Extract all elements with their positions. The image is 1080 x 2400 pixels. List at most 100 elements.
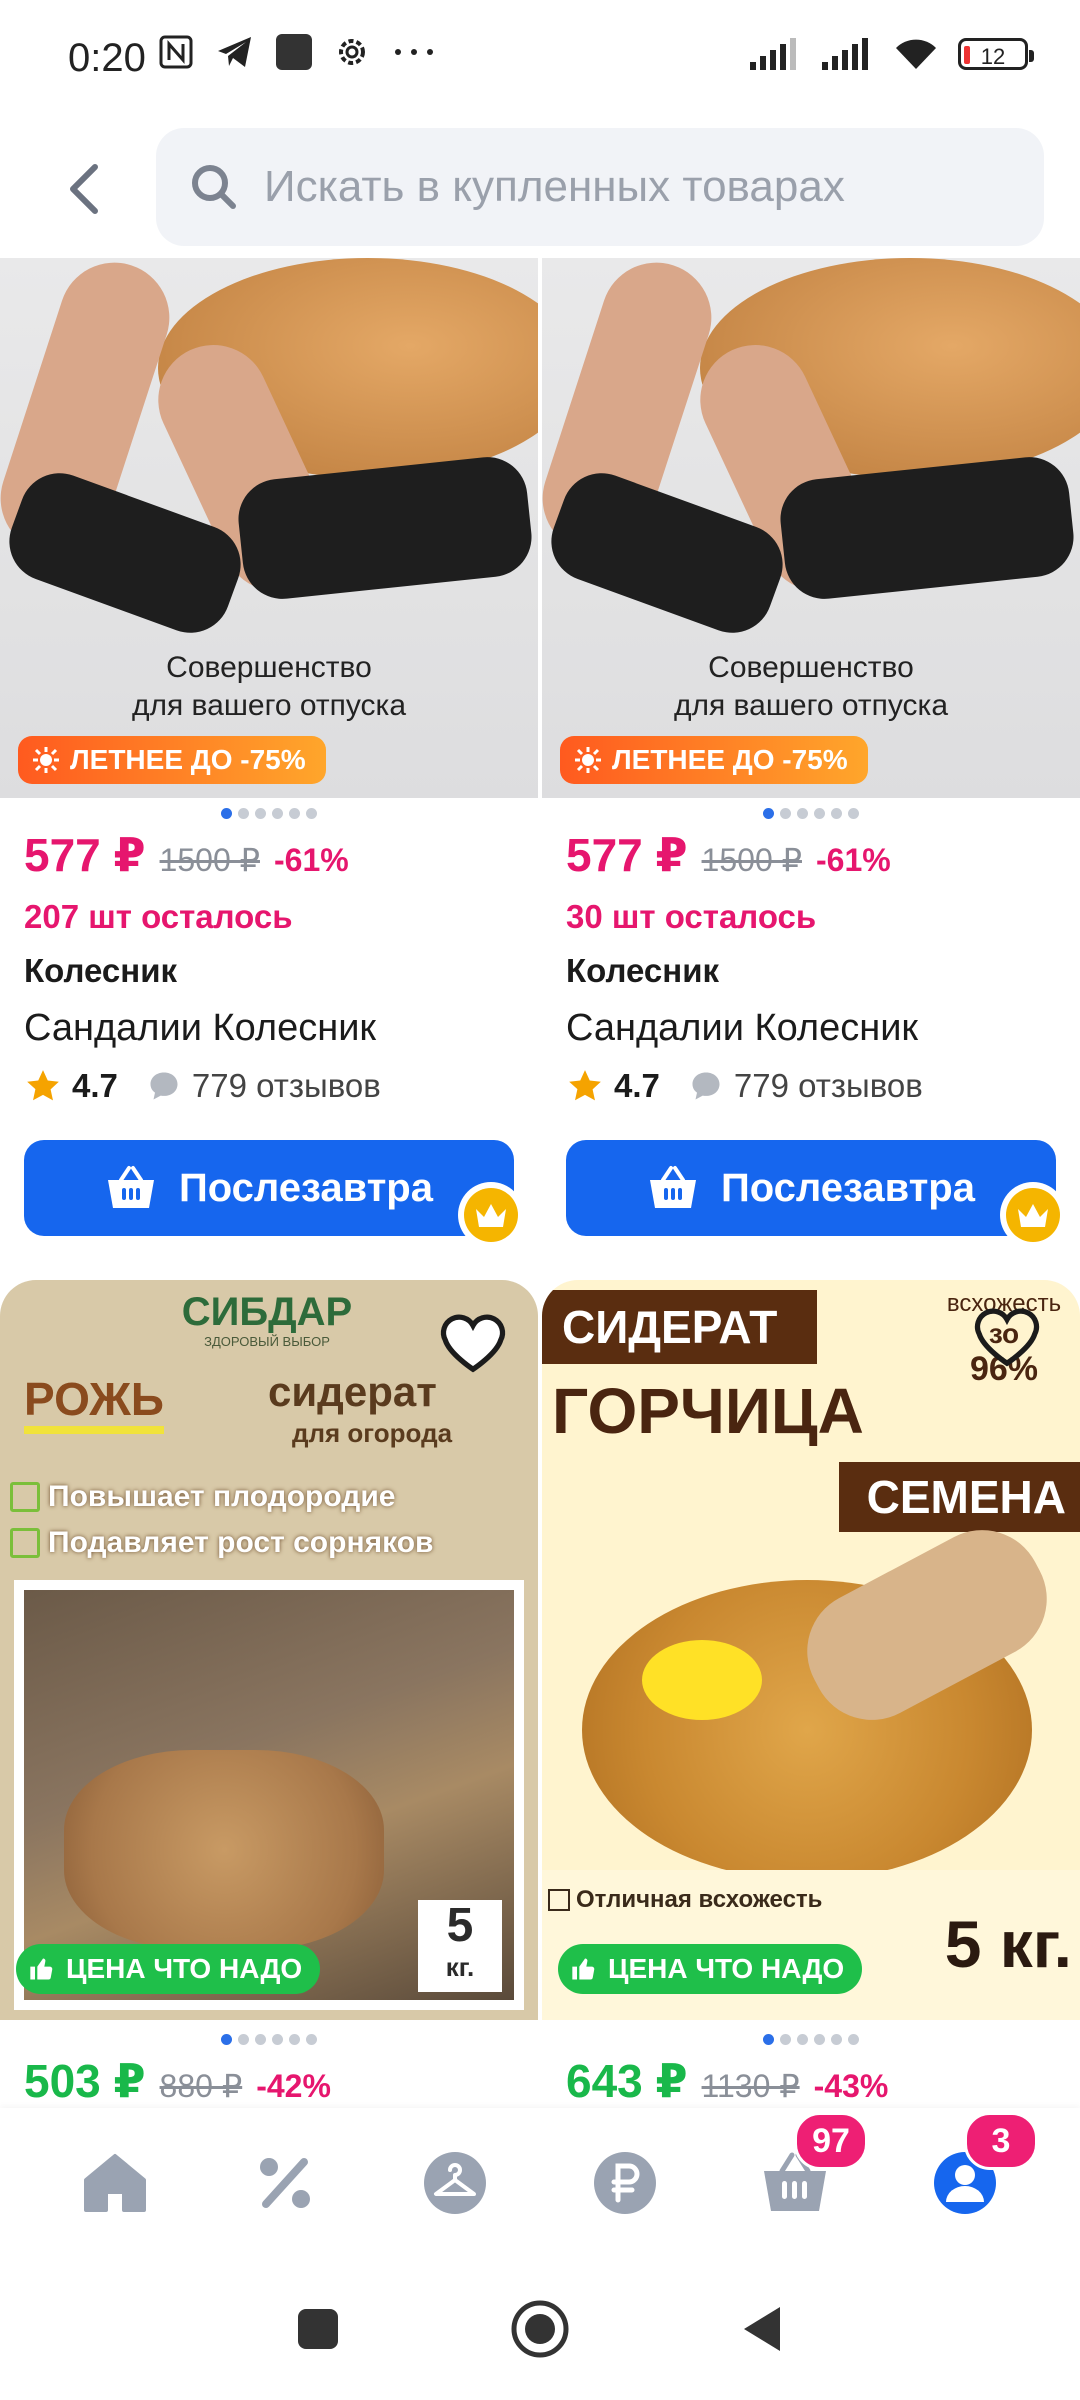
back-button[interactable] <box>48 154 118 224</box>
rating-value: 4.7 <box>72 1067 118 1104</box>
old-price: 880 ₽ <box>159 2068 243 2104</box>
image-label-seeds: СЕМЕНА <box>838 1462 1080 1532</box>
pager-dot <box>306 2033 317 2045</box>
nav-catalog[interactable] <box>410 2138 500 2228</box>
pager-dot <box>797 807 808 819</box>
favorite-button[interactable] <box>438 1308 508 1378</box>
promo-line-1: Совершенство <box>708 651 914 684</box>
ruble-icon <box>594 2152 656 2214</box>
status-notification-icons <box>158 34 436 70</box>
profile-notification-badge: 3 <box>964 2112 1038 2170</box>
product-card[interactable]: СИБДАР ЗДОРОВЫЙ ВЫБОР РОЖЬ сидерат для о… <box>0 1280 538 2108</box>
pager-dot <box>238 807 249 819</box>
pager-dot <box>272 2033 283 2045</box>
pager-dot <box>306 807 317 819</box>
weight-label: 5 кг. <box>418 1900 502 1992</box>
percent-icon <box>260 2158 310 2208</box>
crown-icon <box>1018 1204 1048 1227</box>
promo-badge-label: ЛЕТНЕЕ ДО -75% <box>612 744 848 775</box>
search-input[interactable]: Искать в купленных товарах <box>156 128 1044 246</box>
price-row: 577 ₽ 1500 ₽ -61% <box>542 828 1080 890</box>
nav-cart[interactable]: 97 <box>750 2112 868 2228</box>
home-icon <box>84 2154 146 2212</box>
old-price: 1500 ₽ <box>159 842 260 878</box>
pager-dot <box>797 2033 808 2045</box>
pager-dot <box>221 807 232 819</box>
rating-value: 4.7 <box>614 1067 660 1104</box>
nav-finance[interactable] <box>580 2138 670 2228</box>
nav-home[interactable] <box>70 2138 160 2228</box>
pager-dot <box>814 807 825 819</box>
nav-discounts[interactable] <box>240 2138 330 2228</box>
price: 503 ₽ <box>24 2055 146 2107</box>
price-row: 503 ₽ 880 ₽ -42% <box>0 2054 538 2108</box>
app-square-icon <box>276 34 312 70</box>
price-row: 577 ₽ 1500 ₽ -61% <box>0 828 538 890</box>
recents-button-icon[interactable] <box>296 2307 340 2351</box>
more-dots-icon <box>395 49 433 55</box>
signal-2-icon <box>822 38 868 70</box>
pager-dot <box>831 807 842 819</box>
brand-logo: СИБДАР ЗДОРОВЫЙ ВЫБОР <box>181 1290 353 1349</box>
basket-icon <box>108 1166 155 1208</box>
image-bullet-1: Отличная всхожесть <box>576 1886 823 1913</box>
delivery-label: Послезавтра <box>179 1165 433 1210</box>
image-label-mustard: ГОРЧИЦА <box>552 1375 864 1447</box>
product-title: Сандалии Колесник <box>24 1007 377 1049</box>
pager-dot <box>763 2033 774 2045</box>
bottom-navigation: 97 3 <box>0 2108 1080 2258</box>
pager-dot <box>780 807 791 819</box>
cart-count-badge: 97 <box>794 2112 868 2170</box>
status-time: 0:20 <box>68 36 146 80</box>
price-chip-label: ЦЕНА ЧТО НАДО <box>608 1953 845 1984</box>
pager-dot <box>289 2033 300 2045</box>
image-pager <box>542 2024 1080 2054</box>
stock-left: 30 шт осталось <box>566 898 817 935</box>
telegram-icon <box>218 37 251 67</box>
brand: Колесник <box>566 952 720 989</box>
battery-icon: 12 <box>958 38 1034 70</box>
back-button-icon[interactable] <box>740 2304 784 2354</box>
product-card[interactable]: СИДЕРАТ ГОРЧИЦА СЕМЕНА всхожесть зо 96% … <box>542 1280 1080 2108</box>
nfc-icon <box>159 35 193 69</box>
delivery-label: Послезавтра <box>721 1165 975 1210</box>
wifi-icon <box>896 39 936 69</box>
product-image[interactable]: СИБДАР ЗДОРОВЫЙ ВЫБОР РОЖЬ сидерат для о… <box>0 1280 538 2020</box>
image-bullet-1: Повышает плодородие <box>10 1480 395 1514</box>
product-card[interactable]: Совершенство для вашего отпуска ЛЕТНЕЕ Д… <box>542 258 1080 1248</box>
reviews-count: 779 отзывов <box>733 1067 923 1104</box>
pager-dot <box>848 2033 859 2045</box>
product-grid: Совершенство для вашего отпуска ЛЕТНЕЕ Д… <box>0 258 1080 2108</box>
product-image[interactable]: Совершенство для вашего отпуска ЛЕТНЕЕ Д… <box>542 258 1080 798</box>
price: 643 ₽ <box>566 2055 688 2107</box>
home-button-icon[interactable] <box>510 2299 570 2359</box>
status-bar: 0:20 12 <box>0 0 1080 118</box>
image-bullet-2: Подавляет рост сорняков <box>10 1526 433 1560</box>
product-image[interactable]: СИДЕРАТ ГОРЧИЦА СЕМЕНА всхожесть зо 96% … <box>542 1280 1080 2020</box>
basket-icon <box>650 1166 697 1208</box>
delivery-button[interactable]: Послезавтра <box>24 1140 514 1236</box>
promo-badge: ЛЕТНЕЕ ДО -75% <box>18 736 326 784</box>
price-chip-label: ЦЕНА ЧТО НАДО <box>66 1953 303 1984</box>
image-pager <box>542 798 1080 828</box>
rating-row: 4.7 779 отзывов <box>0 1058 538 1114</box>
price-chip: ЦЕНА ЧТО НАДО <box>16 1944 321 1994</box>
premium-badge <box>1000 1182 1066 1248</box>
product-title: Сандалии Колесник <box>566 1007 919 1049</box>
checkbox-icon <box>10 1528 40 1558</box>
delivery-button[interactable]: Послезавтра <box>566 1140 1056 1236</box>
pager-dot <box>238 2033 249 2045</box>
promo-line-1: Совершенство <box>166 651 372 684</box>
weight-label: 5 кг. <box>944 1907 1072 1981</box>
pager-dot <box>848 807 859 819</box>
product-card[interactable]: Совершенство для вашего отпуска ЛЕТНЕЕ Д… <box>0 258 538 1248</box>
favorite-button[interactable] <box>972 1302 1042 1372</box>
comment-icon <box>150 1072 178 1100</box>
nav-profile[interactable]: 3 <box>920 2112 1038 2228</box>
signal-icon <box>750 38 796 70</box>
pager-dot <box>763 807 774 819</box>
image-pager <box>0 798 538 828</box>
product-image[interactable]: Совершенство для вашего отпуска ЛЕТНЕЕ Д… <box>0 258 538 798</box>
status-system-icons: 12 <box>748 36 1034 72</box>
thumbs-up-icon <box>30 1958 53 1980</box>
